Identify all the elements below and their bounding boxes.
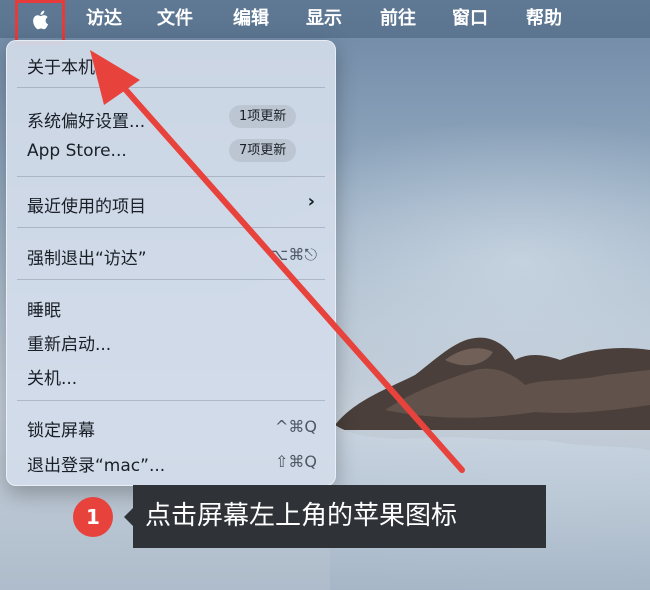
chevron-right-icon: › bbox=[307, 191, 315, 212]
menu-file[interactable]: 文件 bbox=[157, 6, 193, 32]
instruction-caption: 点击屏幕左上角的苹果图标 bbox=[133, 485, 546, 548]
menu-separator bbox=[17, 87, 325, 88]
lock-screen-shortcut: ^⌘Q bbox=[275, 417, 317, 436]
menu-view[interactable]: 显示 bbox=[306, 6, 342, 32]
menu-finder[interactable]: 访达 bbox=[86, 6, 122, 32]
menu-bar: 访达 文件 编辑 显示 前往 窗口 帮助 bbox=[0, 0, 650, 45]
app-store-update-badge: 7项更新 bbox=[229, 139, 297, 162]
menu-restart[interactable]: 重新启动... bbox=[27, 330, 111, 355]
menu-app-store[interactable]: App Store... bbox=[27, 141, 127, 161]
system-preferences-update-badge: 1项更新 bbox=[229, 105, 297, 128]
apple-icon-highlight-box bbox=[15, 0, 65, 45]
menu-separator bbox=[17, 176, 325, 177]
menu-recent-items[interactable]: 最近使用的项目 bbox=[27, 192, 146, 217]
menu-separator bbox=[17, 400, 325, 401]
menu-system-preferences[interactable]: 系统偏好设置... bbox=[27, 107, 145, 132]
menu-lock-screen[interactable]: 锁定屏幕 bbox=[27, 416, 95, 441]
menu-force-quit[interactable]: 强制退出“访达” bbox=[27, 244, 147, 269]
force-quit-shortcut: ⌥⌘⎋ bbox=[269, 245, 317, 264]
apple-menu-dropdown: 关于本机 系统偏好设置... 1项更新 App Store... 7项更新 最近… bbox=[6, 40, 336, 486]
menu-window[interactable]: 窗口 bbox=[452, 6, 488, 32]
log-out-shortcut: ⇧⌘Q bbox=[275, 452, 317, 471]
menu-sleep[interactable]: 睡眠 bbox=[27, 296, 61, 321]
menu-go[interactable]: 前往 bbox=[380, 6, 416, 32]
step-number-badge: 1 bbox=[73, 497, 113, 537]
menu-help[interactable]: 帮助 bbox=[526, 6, 562, 32]
menu-edit[interactable]: 编辑 bbox=[233, 6, 269, 32]
menu-log-out[interactable]: 退出登录“mac”... bbox=[27, 451, 165, 476]
menu-shutdown[interactable]: 关机... bbox=[27, 364, 77, 389]
menu-separator bbox=[17, 227, 325, 228]
menu-separator bbox=[17, 279, 325, 280]
menu-about-this-mac[interactable]: 关于本机 bbox=[27, 53, 95, 78]
